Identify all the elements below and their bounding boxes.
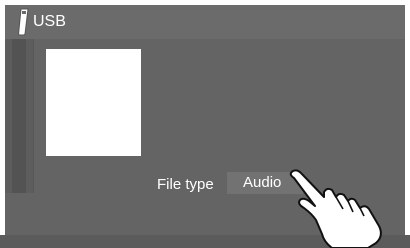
usb-stick-icon bbox=[18, 8, 29, 36]
side-panel-strip bbox=[12, 39, 26, 193]
pointing-hand-icon bbox=[289, 169, 382, 248]
file-type-label: File type bbox=[157, 176, 214, 193]
side-panel-handle[interactable] bbox=[5, 39, 34, 193]
screen: USB File type Audio bbox=[0, 0, 410, 248]
album-art bbox=[46, 49, 141, 156]
header-bar: USB bbox=[5, 5, 405, 39]
page-title: USB bbox=[33, 13, 66, 30]
